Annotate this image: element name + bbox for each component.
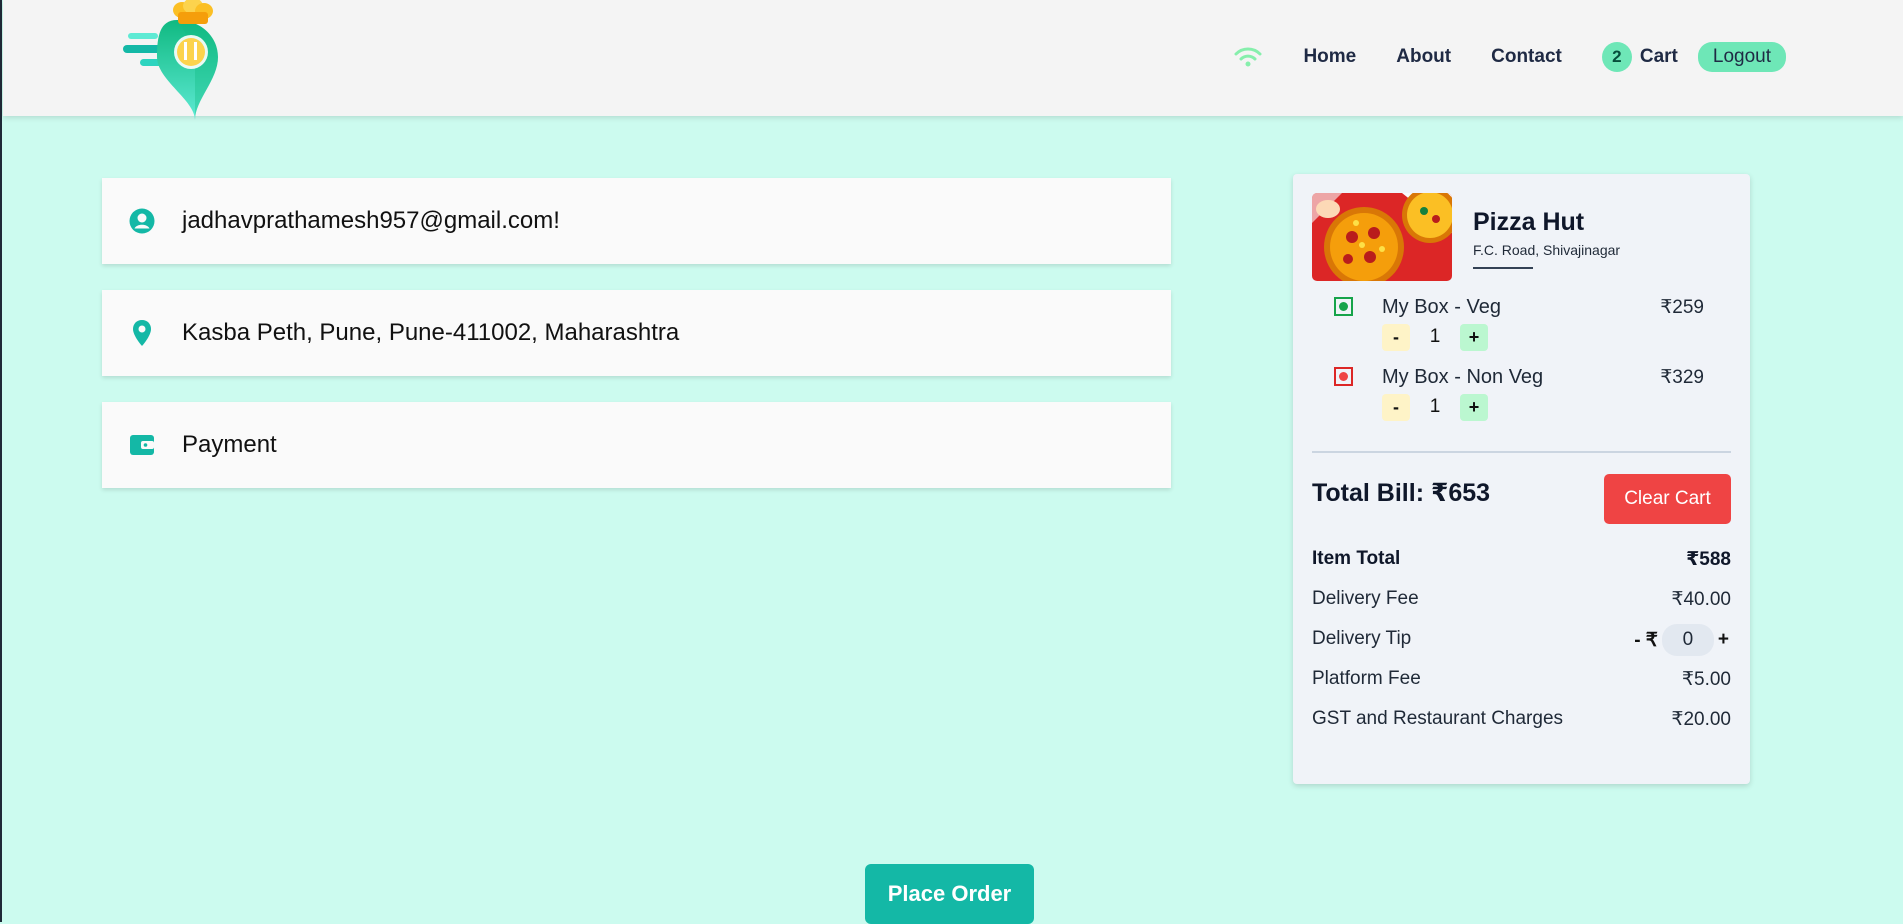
nav-cart[interactable]: 2 Cart [1601,42,1678,72]
decrease-qty-button[interactable]: - [1382,324,1410,351]
tip-decrease-button[interactable]: - ₹ [1632,629,1660,652]
email-text: jadhavprathamesh957@gmail.com! [182,207,560,234]
payment-text: Payment [182,431,277,458]
item-total-value: ₹588 [1686,549,1731,570]
main-nav: Home About Contact 2 Cart Logout [1233,42,1786,72]
wallet-icon [128,431,156,459]
cart-item: My Box - Non Veg ₹329 - 1 + [1293,362,1750,422]
veg-icon [1334,297,1353,316]
increase-qty-button[interactable]: + [1460,394,1488,421]
divider [1312,451,1731,453]
tip-increase-button[interactable]: + [1716,629,1731,651]
wifi-icon [1233,45,1263,69]
user-icon [128,207,156,235]
item-qty: 1 [1429,326,1441,347]
delivery-tip-label: Delivery Tip [1312,628,1412,649]
cart-item: My Box - Veg ₹259 - 1 + [1293,292,1750,352]
cart-count-badge: 2 [1601,42,1632,72]
platform-fee-value: ₹5.00 [1681,669,1731,690]
logout-button[interactable]: Logout [1697,42,1786,72]
gst-label: GST and Restaurant Charges [1312,708,1564,729]
cart-label: Cart [1639,46,1678,67]
item-total-row: Item Total ₹588 [1312,548,1731,576]
item-price: ₹259 [1660,297,1704,318]
delivery-fee-value: ₹40.00 [1671,589,1731,610]
logo[interactable] [120,0,230,120]
payment-card[interactable]: Payment [102,402,1171,488]
header: Home About Contact 2 Cart Logout [3,0,1903,120]
divider [1473,267,1533,269]
cart-summary-panel: Pizza Hut F.C. Road, Shivajinagar My Box… [1293,174,1750,784]
delivery-tip-row: Delivery Tip - ₹ + [1312,624,1731,656]
item-qty: 1 [1429,396,1441,417]
window-edge [0,0,2,922]
tip-input[interactable] [1661,624,1714,656]
item-price: ₹329 [1660,367,1704,388]
increase-qty-button[interactable]: + [1460,324,1488,351]
delivery-fee-label: Delivery Fee [1312,588,1419,609]
nav-home[interactable]: Home [1303,46,1356,68]
restaurant-name: Pizza Hut [1473,208,1585,236]
tip-stepper: - ₹ + [1632,624,1731,656]
non-veg-icon [1334,367,1353,386]
delivery-fee-row: Delivery Fee ₹40.00 [1312,588,1731,616]
total-bill: Total Bill: ₹653 [1312,479,1491,507]
item-name: My Box - Veg [1382,296,1501,318]
clear-cart-button[interactable]: Clear Cart [1604,474,1731,524]
restaurant-image [1312,193,1452,281]
email-card[interactable]: jadhavprathamesh957@gmail.com! [102,178,1171,264]
item-total-label: Item Total [1312,548,1401,569]
location-pin-icon [128,319,156,347]
item-name: My Box - Non Veg [1382,366,1544,388]
gst-value: ₹20.00 [1671,709,1731,730]
decrease-qty-button[interactable]: - [1382,394,1410,421]
platform-fee-row: Platform Fee ₹5.00 [1312,668,1731,696]
gst-row: GST and Restaurant Charges ₹20.00 [1312,708,1731,736]
nav-contact[interactable]: Contact [1491,46,1562,68]
nav-about[interactable]: About [1396,46,1451,68]
address-text: Kasba Peth, Pune, Pune-411002, Maharasht… [182,319,680,346]
place-order-button[interactable]: Place Order [865,864,1034,924]
restaurant-address: F.C. Road, Shivajinagar [1473,242,1621,258]
platform-fee-label: Platform Fee [1312,668,1421,689]
address-card[interactable]: Kasba Peth, Pune, Pune-411002, Maharasht… [102,290,1171,376]
